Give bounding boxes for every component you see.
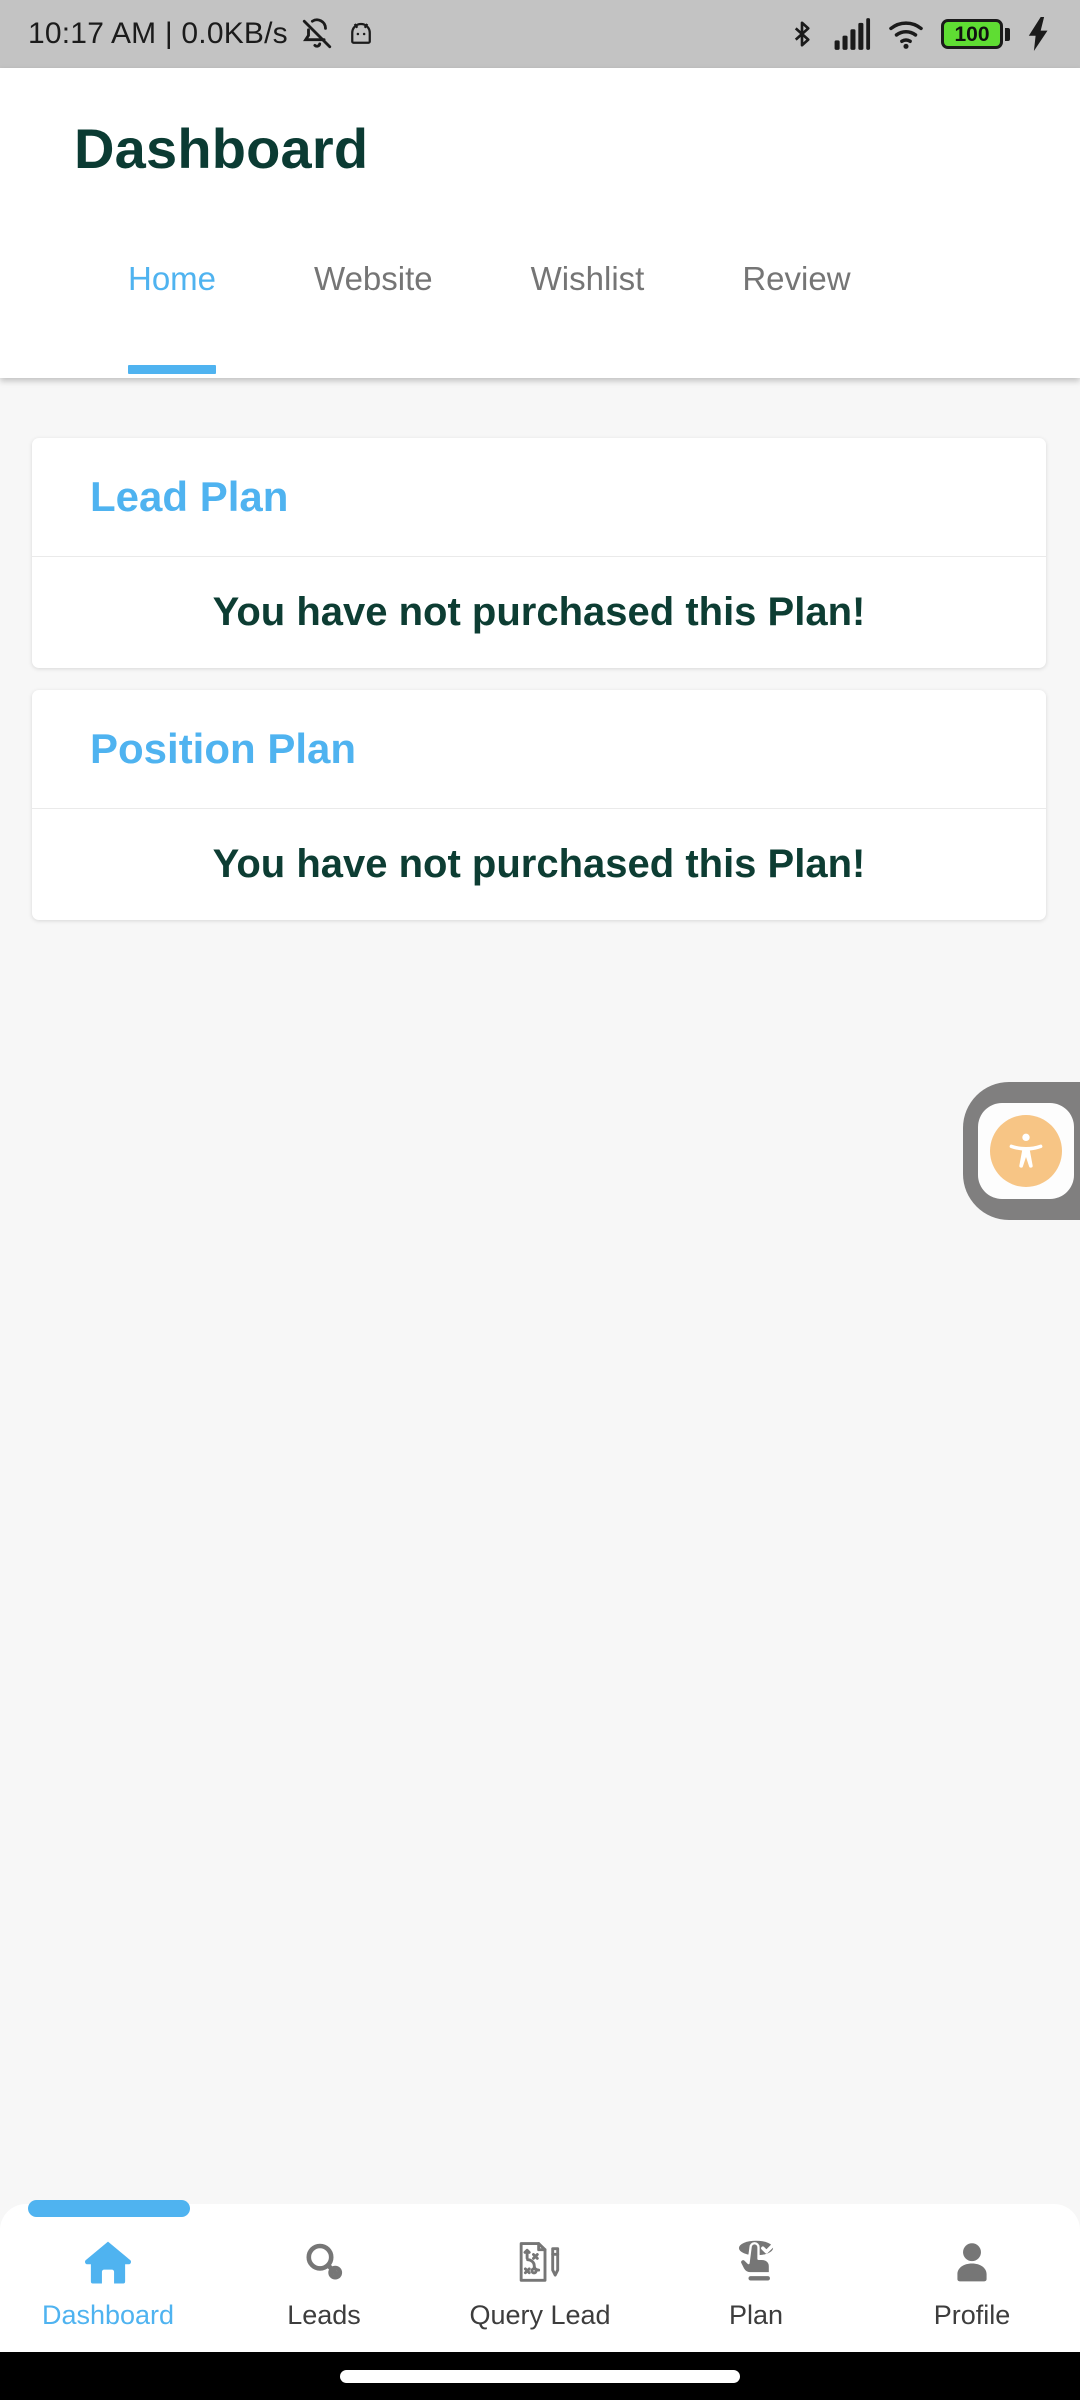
nav-item-profile-label: Profile (933, 2300, 1011, 2330)
home-gesture-pill[interactable] (340, 2369, 740, 2383)
lead-plan-card[interactable]: Lead Plan You have not purchased this Pl… (32, 438, 1046, 668)
wifi-icon (887, 18, 925, 50)
bell-muted-icon (300, 17, 334, 51)
android-head-icon (346, 19, 376, 49)
status-bar: 10:17 AM | 0.0KB/s 100 (0, 0, 1080, 68)
battery-level: 100 (954, 22, 990, 46)
status-time-network: 10:17 AM | 0.0KB/s (28, 17, 288, 50)
position-plan-message: You have not purchased this Plan! (212, 842, 866, 886)
bottom-nav-items: Dashboard Leads Query Lead Plan Profile (0, 2204, 1080, 2352)
system-gesture-bar (0, 2352, 1080, 2400)
search-icon (300, 2233, 348, 2291)
lead-plan-card-header: Lead Plan (32, 438, 1046, 556)
home-icon (82, 2233, 134, 2291)
accessibility-icon (990, 1115, 1062, 1187)
bottom-nav-active-indicator (28, 2200, 190, 2217)
nav-item-plan[interactable]: Plan (648, 2225, 864, 2331)
status-bar-left: 10:17 AM | 0.0KB/s (28, 17, 376, 51)
position-plan-card-body: You have not purchased this Plan! (32, 809, 1046, 920)
status-bar-right: 100 (787, 17, 1052, 51)
lead-plan-title: Lead Plan (90, 473, 289, 520)
tab-wishlist[interactable]: Wishlist (531, 246, 645, 298)
position-plan-title: Position Plan (90, 725, 357, 772)
tab-bar: Home Website Wishlist Review (0, 246, 1080, 378)
nav-item-leads[interactable]: Leads (216, 2225, 432, 2331)
accessibility-button-plate (978, 1103, 1074, 1199)
tab-review[interactable]: Review (742, 246, 850, 298)
person-icon (947, 2233, 997, 2291)
position-plan-card[interactable]: Position Plan You have not purchased thi… (32, 690, 1046, 920)
cellular-signal-icon (833, 18, 871, 50)
strategy-document-pencil-icon (515, 2233, 565, 2291)
lead-plan-message: You have not purchased this Plan! (212, 590, 866, 634)
tab-active-underline (128, 365, 217, 374)
tab-review-label: Review (742, 260, 851, 297)
page-title: Dashboard (74, 117, 369, 180)
battery-icon: 100 (941, 19, 1010, 49)
tab-home[interactable]: Home (128, 246, 217, 374)
tab-website[interactable]: Website (314, 246, 433, 298)
nav-item-profile[interactable]: Profile (864, 2225, 1080, 2331)
bottom-navigation-bar: Dashboard Leads Query Lead Plan Profile (0, 2204, 1080, 2352)
tab-wishlist-label: Wishlist (530, 260, 645, 297)
position-plan-card-header: Position Plan (32, 690, 1046, 808)
battery-body: 100 (941, 19, 1003, 49)
nav-item-dashboard-label: Dashboard (41, 2300, 175, 2330)
main-content: Lead Plan You have not purchased this Pl… (0, 378, 1080, 2178)
accessibility-floating-button[interactable] (963, 1082, 1080, 1220)
nav-item-query-lead-label: Query Lead (469, 2300, 611, 2330)
tab-website-label: Website (314, 260, 433, 297)
bluetooth-icon (787, 17, 817, 51)
battery-cap (1005, 27, 1010, 41)
app-bar: Dashboard Home Website Wishlist Review (0, 68, 1080, 378)
nav-item-plan-label: Plan (728, 2300, 784, 2330)
charging-bolt-icon (1026, 17, 1052, 51)
hand-tap-check-icon (731, 2233, 781, 2291)
nav-item-leads-label: Leads (287, 2300, 361, 2330)
lead-plan-card-body: You have not purchased this Plan! (32, 557, 1046, 668)
nav-item-query-lead[interactable]: Query Lead (432, 2225, 648, 2331)
tab-home-label: Home (128, 260, 217, 297)
nav-item-dashboard[interactable]: Dashboard (0, 2225, 216, 2331)
